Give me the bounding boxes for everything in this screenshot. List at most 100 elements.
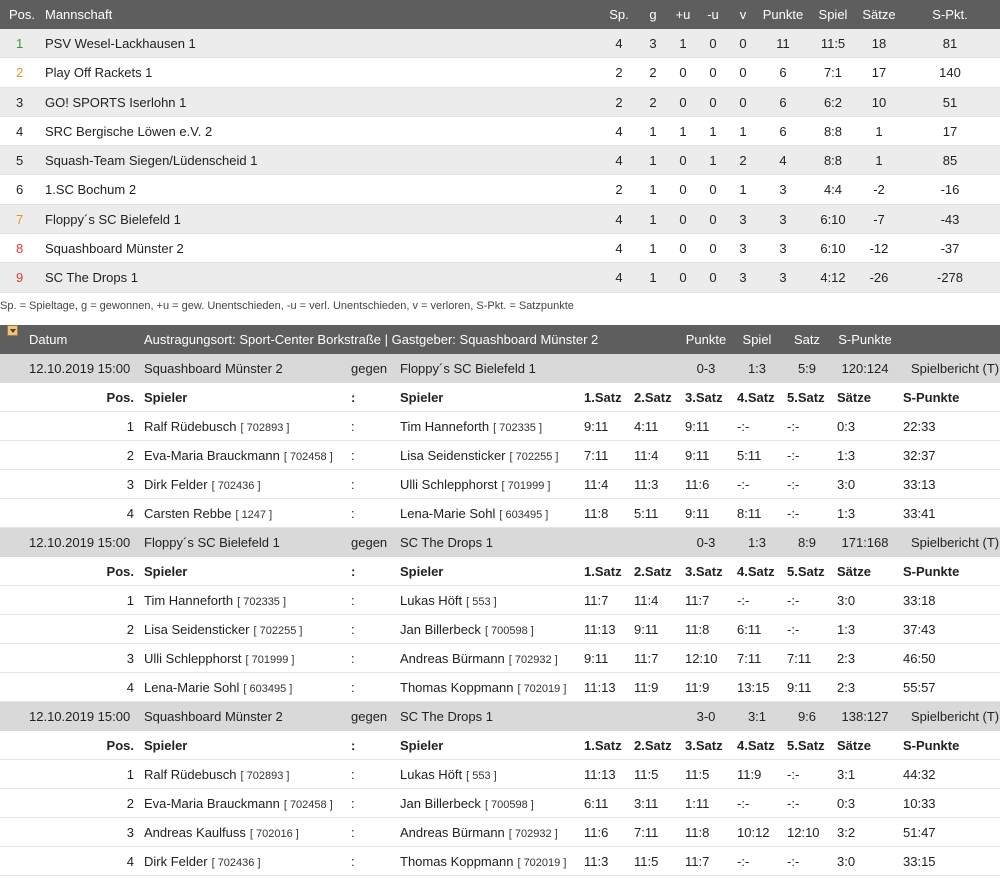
collapse-toggle-icon[interactable] (7, 324, 18, 336)
away-player[interactable]: Tim Hanneforth[ 702335 ] (400, 412, 542, 443)
home-team[interactable]: Floppy´s SC Bielefeld 1 (144, 528, 280, 557)
spielbericht-link[interactable]: Spielbericht (T) (911, 702, 999, 731)
team-name[interactable]: Floppy´s SC Bielefeld 1 (45, 205, 181, 234)
home-player[interactable]: Ralf Rüdebusch[ 702893 ] (144, 412, 289, 443)
home-player[interactable]: Ulli Schlepphorst[ 701999 ] (144, 644, 294, 675)
col-team: Mannschaft (45, 7, 113, 22)
away-player[interactable]: Lukas Höft[ 553 ] (400, 760, 497, 791)
col-spieler-away: Spieler (400, 389, 444, 405)
saetze: -7 (873, 211, 885, 227)
away-player[interactable]: Jan Billerbeck[ 700598 ] (400, 789, 534, 820)
team-name[interactable]: Squashboard Münster 2 (45, 234, 184, 263)
team-name[interactable]: Play Off Rackets 1 (45, 58, 152, 87)
standings-row: 4 SRC Bergische Löwen e.V. 2 4 1 1 1 1 6 8:8 1 17 (0, 116, 1000, 147)
away-team[interactable]: SC The Drops 1 (400, 702, 493, 731)
home-player[interactable]: Tim Hanneforth[ 702335 ] (144, 586, 286, 617)
spielbericht-link[interactable]: Spielbericht (T) (911, 528, 999, 557)
player-row: 4 Lena-Marie Sohl[ 603495 ]: Thomas Koppma… (0, 672, 1000, 704)
away-player[interactable]: Lisa Seidensticker[ 702255 ] (400, 441, 558, 472)
verloren: 0 (739, 94, 747, 110)
team-name[interactable]: Squash-Team Siegen/Lüdenscheid 1 (45, 146, 257, 175)
player-pos: 1 (126, 592, 134, 608)
saetze: -2 (873, 182, 885, 198)
spieltage: 2 (615, 182, 623, 198)
satz-3: 11:8 (685, 824, 710, 840)
satz-4: 7:11 (737, 650, 762, 666)
satz-2: 11:4 (634, 447, 659, 463)
away-player[interactable]: Andreas Bürmann[ 702932 ] (400, 644, 558, 675)
col-saetze: Sätze (837, 737, 871, 753)
satz-3: 9:11 (685, 505, 710, 521)
punkte: 3 (779, 182, 787, 198)
player-name: Lisa Seidensticker (400, 447, 506, 463)
away-player[interactable]: Lena-Marie Sohl[ 603495 ] (400, 499, 548, 530)
col-sp: Sp. (609, 7, 629, 22)
separator: : (351, 679, 355, 695)
satz-3: 9:11 (685, 418, 710, 434)
saetze: 10 (871, 94, 887, 110)
team-name[interactable]: 1.SC Bochum 2 (45, 175, 136, 204)
spieltage: 4 (615, 36, 623, 51)
satz-2: 5:11 (634, 505, 659, 521)
match-row: 12.10.2019 15:00 Squashboard Münster 2 geg… (0, 701, 1000, 731)
minus-u: 0 (709, 36, 717, 51)
home-player[interactable]: Eva-Maria Brauckmann[ 702458 ] (144, 441, 333, 472)
satz-4: -:- (737, 795, 750, 811)
match-s-punkte: 120:124 (841, 360, 889, 376)
s-punkte: 55:57 (903, 679, 936, 695)
spiel: 4:4 (823, 182, 843, 198)
away-player[interactable]: Andreas Bürmann[ 702932 ] (400, 818, 558, 849)
home-player[interactable]: Carsten Rebbe[ 1247 ] (144, 499, 272, 530)
team-name[interactable]: PSV Wesel-Lackhausen 1 (45, 29, 196, 58)
team-name[interactable]: GO! SPORTS Iserlohn 1 (45, 88, 186, 117)
player-license: [ 702016 ] (249, 827, 299, 840)
home-player[interactable]: Ralf Rüdebusch[ 702893 ] (144, 760, 289, 791)
plus-u: 0 (679, 65, 687, 81)
player-license: [ 700598 ] (484, 624, 534, 637)
home-player[interactable]: Dirk Felder[ 702436 ] (144, 847, 261, 878)
verloren: 3 (739, 270, 747, 286)
away-team[interactable]: SC The Drops 1 (400, 528, 493, 557)
col-satz-2: 2.Satz (634, 563, 672, 579)
team-name[interactable]: SRC Bergische Löwen e.V. 2 (45, 117, 212, 146)
spielbericht-link[interactable]: Spielbericht (T) (911, 354, 999, 383)
verloren: 0 (739, 36, 747, 51)
team-name[interactable]: SC The Drops 1 (45, 263, 138, 292)
player-license: [ 702893 ] (240, 769, 290, 782)
away-team[interactable]: Floppy´s SC Bielefeld 1 (400, 354, 536, 383)
away-player[interactable]: Thomas Koppmann[ 702019 ] (400, 673, 566, 704)
col-satz-5: 5.Satz (787, 389, 825, 405)
separator: : (351, 824, 355, 840)
minus-u: 0 (709, 270, 717, 286)
satz-4: 13:15 (737, 679, 770, 695)
col-s-punkte: S-Punkte (903, 389, 960, 405)
separator: : (351, 853, 355, 869)
home-team[interactable]: Squashboard Münster 2 (144, 354, 283, 383)
spiel: 7:1 (823, 65, 843, 81)
away-player[interactable]: Thomas Koppmann[ 702019 ] (400, 847, 566, 878)
home-player[interactable]: Lena-Marie Sohl[ 603495 ] (144, 673, 292, 704)
player-license: [ 553 ] (466, 769, 497, 782)
player-name: Lukas Höft (400, 766, 463, 782)
home-player[interactable]: Lisa Seidensticker[ 702255 ] (144, 615, 302, 646)
standings-row: 1 PSV Wesel-Lackhausen 1 4 3 1 0 0 11 11:5 18 81 (0, 29, 1000, 59)
match-punkte: 0-3 (696, 534, 716, 550)
home-player[interactable]: Andreas Kaulfuss[ 702016 ] (144, 818, 299, 849)
satz-2: 4:11 (634, 418, 659, 434)
satz-1: 11:13 (584, 766, 616, 782)
satz-5: 12:10 (787, 824, 820, 840)
player-license: [ 603495 ] (243, 682, 293, 695)
satzpunkte: 140 (939, 65, 961, 81)
punkte: 3 (779, 211, 787, 227)
col-saetze: Sätze (862, 7, 896, 22)
col-spkt: S-Pkt. (932, 7, 968, 22)
home-team[interactable]: Squashboard Münster 2 (144, 702, 283, 731)
minus-u: 1 (709, 123, 717, 139)
satz-2: 11:5 (634, 853, 659, 869)
away-player[interactable]: Jan Billerbeck[ 700598 ] (400, 615, 534, 646)
home-player[interactable]: Dirk Felder[ 702436 ] (144, 470, 261, 501)
saetze: 3:2 (837, 824, 856, 840)
away-player[interactable]: Ulli Schlepphorst[ 701999 ] (400, 470, 550, 501)
away-player[interactable]: Lukas Höft[ 553 ] (400, 586, 497, 617)
home-player[interactable]: Eva-Maria Brauckmann[ 702458 ] (144, 789, 333, 820)
